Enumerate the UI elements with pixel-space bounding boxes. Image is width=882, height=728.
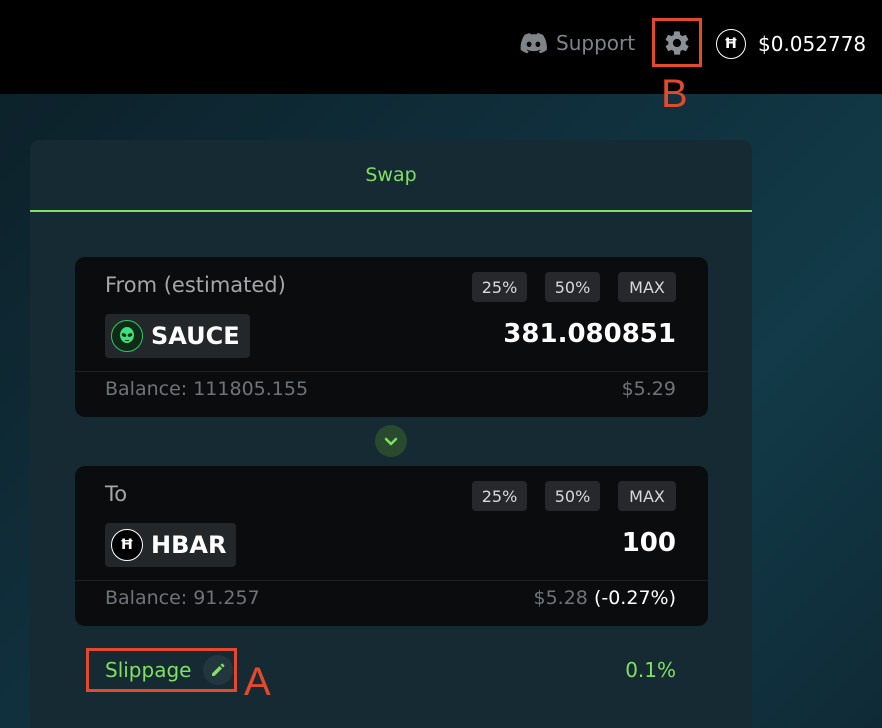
from-amount-input[interactable]: 381.080851 — [503, 319, 676, 349]
slippage-label: Slippage — [105, 658, 192, 682]
chevron-down-icon — [384, 437, 398, 446]
to-usd-amount: $5.28 — [533, 587, 588, 609]
from-token-symbol: SAUCE — [151, 322, 240, 350]
to-25-percent-button[interactable]: 25% — [472, 481, 527, 511]
from-label: From (estimated) — [105, 273, 286, 297]
support-label: Support — [556, 31, 636, 55]
from-25-percent-button[interactable]: 25% — [472, 272, 527, 302]
from-50-percent-button[interactable]: 50% — [545, 272, 600, 302]
settings-button[interactable] — [652, 18, 702, 67]
top-bar: Support Ħ $0.052778 — [0, 0, 882, 94]
to-amount-input[interactable]: 100 — [622, 528, 676, 558]
to-card: To 25% 50% MAX Ħ HBAR 100 Balance: 91.25… — [75, 466, 708, 626]
slippage-value: 0.1% — [625, 658, 676, 682]
alien-icon — [111, 320, 143, 352]
from-max-button[interactable]: MAX — [618, 272, 676, 302]
divider — [75, 580, 708, 581]
divider — [75, 371, 708, 372]
annotation-a: A — [244, 660, 271, 704]
from-balance: Balance: 111805.155 — [105, 378, 309, 400]
to-label: To — [105, 482, 128, 506]
to-50-percent-button[interactable]: 50% — [545, 481, 600, 511]
to-balance: Balance: 91.257 — [105, 587, 260, 609]
to-token-symbol: HBAR — [151, 531, 227, 559]
from-token-selector[interactable]: SAUCE — [105, 314, 250, 358]
hbar-price-value: $0.052778 — [758, 32, 867, 56]
support-link[interactable]: Support — [520, 29, 635, 57]
from-usd-value: $5.29 — [622, 378, 676, 400]
from-card: From (estimated) 25% 50% MAX SAUCE 381.0… — [75, 257, 708, 417]
to-usd-value: $5.28 (-0.27%) — [534, 587, 677, 609]
hbar-price-display: Ħ $0.052778 — [716, 29, 866, 59]
discord-icon — [520, 32, 547, 53]
pencil-icon — [203, 655, 234, 685]
swap-direction-button[interactable] — [375, 425, 407, 457]
annotation-b: B — [661, 72, 688, 116]
to-usd-delta: (-0.27%) — [593, 587, 676, 609]
from-usd-amount: $5.29 — [621, 378, 676, 400]
tab-swap-label: Swap — [365, 164, 417, 186]
gear-icon — [665, 30, 689, 55]
slippage-edit-button[interactable]: Slippage — [86, 648, 237, 692]
to-max-button[interactable]: MAX — [618, 481, 676, 511]
hbar-icon: Ħ — [716, 29, 746, 59]
hbar-token-icon: Ħ — [111, 529, 143, 561]
tab-swap[interactable]: Swap — [30, 140, 752, 212]
to-token-selector[interactable]: Ħ HBAR — [105, 523, 237, 567]
